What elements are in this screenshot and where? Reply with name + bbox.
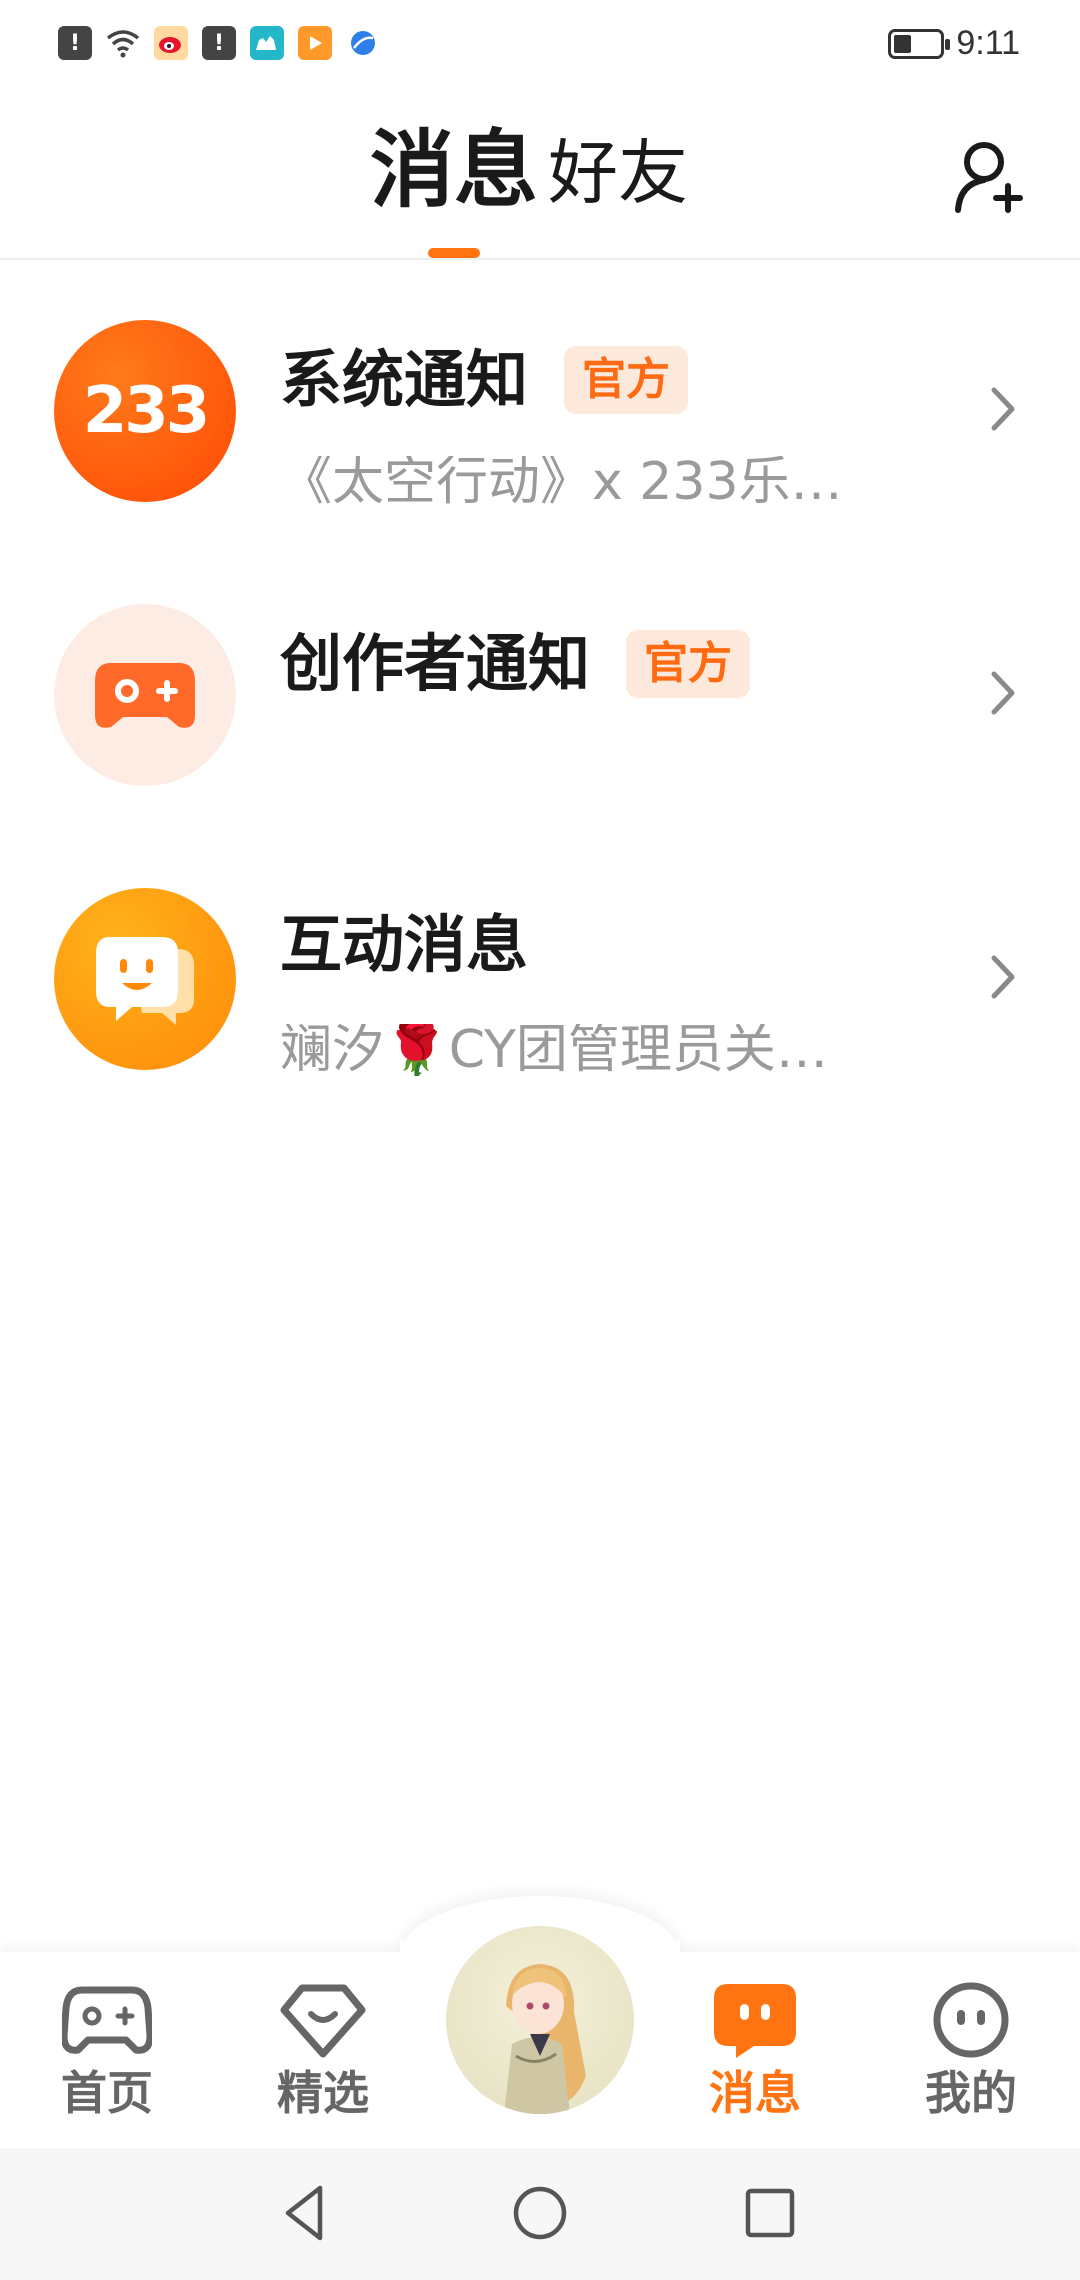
tab-indicator — [428, 248, 480, 258]
interaction-avatar — [54, 888, 236, 1070]
status-right: 9:11 — [888, 24, 1020, 63]
chat-bubble-icon — [96, 937, 194, 1025]
browser-icon — [346, 26, 380, 60]
home-icon[interactable] — [505, 2178, 575, 2248]
list-item-creator-notice[interactable]: 创作者通知 官方 — [0, 544, 1080, 828]
back-icon[interactable] — [270, 2178, 340, 2248]
nav-mine[interactable]: 我的 — [896, 1980, 1046, 2116]
character-avatar-icon — [504, 1964, 586, 2114]
header: 消息 好友 — [0, 92, 1080, 260]
official-badge: 官方 — [626, 630, 751, 698]
system-nav-bar — [0, 2148, 1080, 2280]
notification-icons: ! ! — [58, 26, 380, 60]
gamepad-icon — [95, 663, 195, 728]
alert-icon: ! — [58, 26, 92, 60]
status-bar: ! ! 9:11 — [0, 0, 1080, 92]
message-bubble-icon — [714, 1984, 796, 2058]
video-app-icon — [298, 26, 332, 60]
nav-home[interactable]: 首页 — [32, 1980, 182, 2116]
nav-mine-label: 我的 — [925, 2066, 1017, 2120]
item-title: 互动消息 — [280, 908, 529, 981]
avatar[interactable] — [446, 1926, 634, 2114]
title-row: 互动消息 — [280, 914, 528, 976]
chevron-right-icon — [991, 671, 1015, 715]
official-badge: 官方 — [564, 346, 689, 414]
alert-icon: ! — [202, 26, 236, 60]
list-item-interaction[interactable]: 互动消息 斓汐🌹CY团管理员关… — [0, 828, 1080, 1112]
item-title: 创作者通知 — [280, 627, 591, 700]
message-list: 233 系统通知 官方 《太空行动》x 233乐… 创作者通知 官方 互动消息 … — [0, 260, 1080, 1112]
item-preview: 《太空行动》x 233乐… — [280, 456, 843, 508]
item-preview: 斓汐🌹CY团管理员关… — [280, 1024, 828, 1076]
nav-featured[interactable]: 精选 — [248, 1980, 398, 2116]
item-title: 系统通知 — [280, 343, 529, 416]
camel-app-icon — [250, 26, 284, 60]
weibo-icon — [154, 26, 188, 60]
nav-home-label: 首页 — [61, 2066, 153, 2120]
avatar-text-233: 233 — [82, 374, 211, 448]
creator-notice-avatar — [54, 604, 236, 786]
nav-messages-label: 消息 — [709, 2066, 801, 2120]
tab-messages[interactable]: 消息 — [370, 128, 538, 212]
gamepad-outline-icon — [62, 1986, 152, 2054]
chevron-right-icon — [991, 955, 1015, 999]
clock: 9:11 — [956, 24, 1020, 62]
recent-apps-icon[interactable] — [735, 2178, 805, 2248]
diamond-icon — [280, 1984, 366, 2058]
chevron-right-icon — [991, 387, 1015, 431]
title-row: 系统通知 官方 — [280, 343, 689, 416]
nav-messages[interactable]: 消息 — [680, 1980, 830, 2116]
tab-friends[interactable]: 好友 — [548, 138, 688, 212]
profile-face-icon — [933, 1982, 1009, 2058]
battery-level — [894, 34, 911, 53]
system-notice-avatar: 233 — [54, 320, 236, 502]
wifi-icon — [106, 26, 140, 60]
add-friend-icon[interactable] — [952, 136, 1032, 216]
list-item-system-notice[interactable]: 233 系统通知 官方 《太空行动》x 233乐… — [0, 260, 1080, 544]
tab-bar: 消息 好友 — [370, 128, 688, 212]
title-row: 创作者通知 官方 — [280, 627, 751, 700]
battery-icon — [888, 28, 951, 59]
nav-featured-label: 精选 — [277, 2066, 369, 2120]
